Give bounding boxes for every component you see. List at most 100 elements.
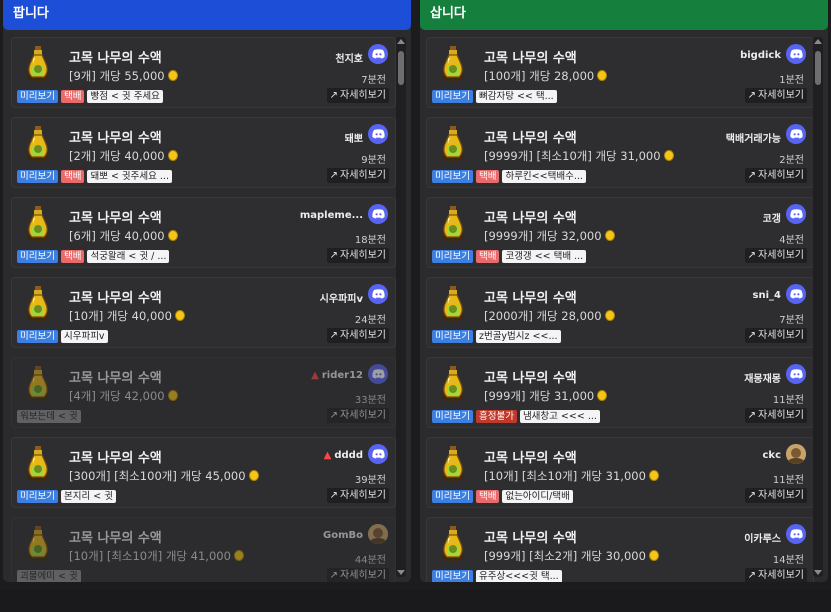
tag-preview[interactable]: 미리보기 [17, 90, 58, 103]
tag-row: 미리보기 흥정불가 냄새창고 <<< ... [432, 410, 600, 423]
details-button[interactable]: ↗ 자세히보기 [744, 328, 807, 343]
external-link-icon: ↗ [747, 490, 756, 501]
tag-preview[interactable]: 미리보기 [17, 330, 58, 343]
tag-preview[interactable]: 미리보기 [432, 90, 473, 103]
tag-memo: z번골y법시z <<... [475, 330, 561, 343]
discord-icon[interactable] [786, 124, 806, 144]
discord-icon[interactable] [786, 44, 806, 64]
details-button[interactable]: ↗ 자세히보기 [326, 168, 389, 183]
buy-scrollbar[interactable] [813, 37, 823, 577]
item-title: 고목 나무의 수액 [484, 211, 577, 226]
details-button[interactable]: ↗ 자세히보기 [744, 88, 807, 103]
seller-name: 이카루스 [744, 530, 781, 545]
listing-card[interactable]: 고목 나무의 수액 [10개] [최소10개] 개당 31,000 ckc 11분전 미… [426, 437, 814, 508]
details-button[interactable]: ↗ 자세히보기 [326, 488, 389, 503]
details-label: 자세히보기 [340, 490, 386, 501]
sell-scrollbar[interactable] [396, 37, 406, 577]
tag-preview[interactable]: 미리보기 [17, 170, 58, 183]
tag-nonego: 흥정불가 [475, 410, 517, 423]
discord-icon[interactable] [368, 44, 388, 64]
discord-icon[interactable] [368, 364, 388, 384]
potion-item-icon [24, 44, 52, 82]
tag-memo: 유주상<<<귓 택... [475, 570, 562, 582]
discord-icon[interactable] [368, 124, 388, 144]
seller-avatar[interactable] [368, 524, 388, 544]
item-price: [4개] 개당 42,000 [69, 388, 178, 404]
listing-card[interactable]: 고목 나무의 수액 [10개] [최소10개] 개당 41,000 GomBo 44분… [11, 517, 396, 582]
buy-panel: 삽니다 고목 나무의 수액 [100개] 개당 28,000 bigdick 1분전 미… [420, 0, 828, 582]
tag-row: 미리보기 택배 없는아이디/택배 [432, 490, 573, 503]
tag-preview[interactable]: 미리보기 [432, 170, 473, 183]
discord-icon[interactable] [786, 524, 806, 544]
listing-card[interactable]: 고목 나무의 수액 [999개] [최소2개] 개당 30,000 이카루스 14분전… [426, 517, 814, 582]
meso-coin-icon [597, 390, 608, 401]
item-title: 고목 나무의 수액 [69, 131, 162, 146]
sell-header: 팝니다 [3, 0, 411, 30]
buy-header: 삽니다 [420, 0, 828, 30]
listing-card[interactable]: 고목 나무의 수액 [999개] 개당 31,000 재몽재몽 11분전 미리보기 흥정불… [426, 357, 814, 428]
listing-card[interactable]: 고목 나무의 수액 [100개] 개당 28,000 bigdick 1분전 미리보기 뼈… [426, 37, 814, 108]
listing-card[interactable]: 고목 나무의 수액 [9999개] 개당 32,000 코갱 4분전 미리보기 택배 코갱갱… [426, 197, 814, 268]
details-button[interactable]: ↗ 자세히보기 [744, 168, 807, 183]
details-label: 자세히보기 [758, 330, 804, 341]
details-button[interactable]: ↗ 자세히보기 [744, 248, 807, 263]
details-button[interactable]: ↗ 자세히보기 [326, 88, 389, 103]
external-link-icon: ↗ [747, 170, 756, 181]
posted-time: 9분전 [361, 155, 386, 166]
tag-preview[interactable]: 미리보기 [432, 250, 473, 263]
item-title: 고목 나무의 수액 [69, 211, 162, 226]
tag-preview[interactable]: 미리보기 [17, 250, 58, 263]
external-link-icon: ↗ [747, 90, 756, 101]
meso-coin-icon [663, 150, 674, 161]
price-text: [2개] 개당 40,000 [69, 149, 165, 163]
discord-icon[interactable] [368, 444, 388, 464]
tag-row: 미리보기 z번골y법시z <<... [432, 330, 561, 343]
discord-icon[interactable] [786, 204, 806, 224]
details-label: 자세히보기 [758, 90, 804, 101]
details-button[interactable]: ↗ 자세히보기 [744, 408, 807, 423]
details-button[interactable]: ↗ 자세히보기 [744, 488, 807, 503]
details-label: 자세히보기 [340, 570, 386, 581]
discord-icon[interactable] [786, 284, 806, 304]
details-button[interactable]: ↗ 자세히보기 [326, 568, 389, 582]
discord-icon[interactable] [368, 284, 388, 304]
details-button[interactable]: ↗ 자세히보기 [744, 568, 807, 582]
tag-preview[interactable]: 미리보기 [17, 490, 58, 503]
meso-coin-icon [648, 550, 659, 561]
scroll-up-arrow-icon[interactable] [814, 39, 822, 44]
discord-icon[interactable] [786, 364, 806, 384]
tag-preview[interactable]: 미리보기 [432, 490, 473, 503]
discord-icon[interactable] [368, 204, 388, 224]
listing-card[interactable]: 고목 나무의 수액 [6개] 개당 40,000 mapleme... 18분전 미리보… [11, 197, 396, 268]
meso-coin-icon [174, 310, 185, 321]
scroll-down-arrow-icon[interactable] [814, 570, 822, 575]
seller-avatar[interactable] [786, 444, 806, 464]
listing-card[interactable]: 고목 나무의 수액 [2000개] 개당 28,000 sni_4 7분전 미리보기 z번… [426, 277, 814, 348]
scroll-up-arrow-icon[interactable] [397, 39, 405, 44]
scroll-down-arrow-icon[interactable] [397, 570, 405, 575]
details-label: 자세히보기 [340, 90, 386, 101]
listing-card[interactable]: 고목 나무의 수액 [9개] 개당 55,000 천지호 7분전 미리보기 택배 빵점 < … [11, 37, 396, 108]
price-text: [999개] 개당 31,000 [484, 389, 595, 403]
listing-card[interactable]: 고목 나무의 수액 [4개] 개당 42,000 ▲ rider12 33분전 워보는데 … [11, 357, 396, 428]
details-label: 자세히보기 [758, 170, 804, 181]
listing-card[interactable]: 고목 나무의 수액 [2개] 개당 40,000 돼뽀 9분전 미리보기 택배 돼뽀 < 귓… [11, 117, 396, 188]
item-title: 고목 나무의 수액 [484, 531, 577, 546]
scroll-thumb[interactable] [398, 51, 404, 85]
tag-preview[interactable]: 미리보기 [432, 570, 473, 582]
details-button[interactable]: ↗ 자세히보기 [326, 328, 389, 343]
listing-card[interactable]: 고목 나무의 수액 [300개] [최소100개] 개당 45,000 ▲ dddd 3… [11, 437, 396, 508]
scroll-thumb[interactable] [815, 51, 821, 85]
details-button[interactable]: ↗ 자세히보기 [326, 408, 389, 423]
listing-card[interactable]: 고목 나무의 수액 [10개] 개당 40,000 시우파피v 24분전 미리보기 시우파… [11, 277, 396, 348]
seller-name: bigdick [740, 50, 781, 61]
tag-preview[interactable]: 미리보기 [432, 330, 473, 343]
tag-memo: 뼈감자탕 << 택... [475, 90, 557, 103]
tag-delivery: 택배 [60, 250, 85, 263]
seller-name: ckc [762, 450, 781, 461]
price-text: [10개] [최소10개] 개당 41,000 [69, 549, 231, 563]
tag-preview[interactable]: 미리보기 [432, 410, 473, 423]
listing-card[interactable]: 고목 나무의 수액 [9999개] [최소10개] 개당 31,000 택배거래가능… [426, 117, 814, 188]
item-title: 고목 나무의 수액 [69, 51, 162, 66]
details-button[interactable]: ↗ 자세히보기 [326, 248, 389, 263]
